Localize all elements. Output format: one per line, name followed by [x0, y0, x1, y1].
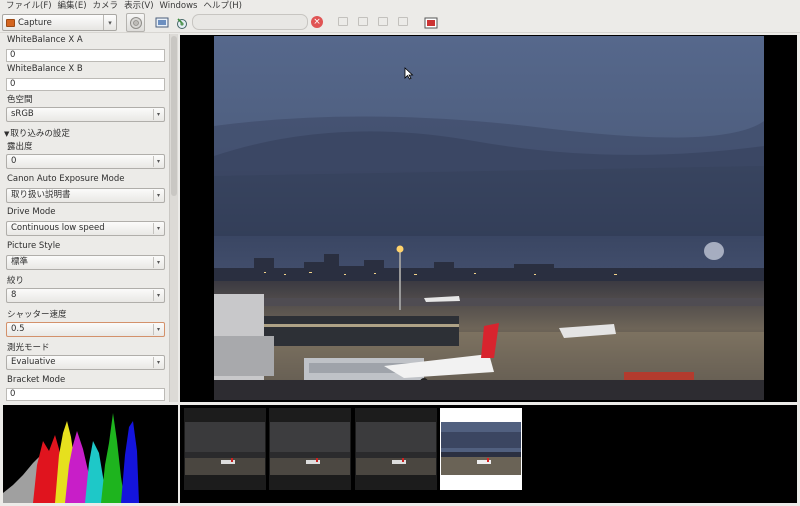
thumbnail-image	[185, 422, 265, 475]
chevron-down-icon: ▾	[153, 357, 163, 368]
thumbnail-image	[356, 422, 436, 475]
airport-dusk-photo	[214, 36, 764, 400]
wb-x-b-label: WhiteBalance X B	[7, 64, 83, 74]
capture-settings-section[interactable]: ▼取り込みの設定	[4, 127, 70, 139]
chevron-down-icon: ▾	[153, 190, 163, 201]
shutter-speed-label: シャッター速度	[7, 310, 67, 320]
camera-properties-panel: WhiteBalance X A 0 WhiteBalance X B 0 色空…	[0, 34, 178, 402]
exposure-select[interactable]: 0 ▾	[6, 154, 165, 169]
drive-mode-select[interactable]: Continuous low speed ▾	[6, 221, 165, 236]
shutter-speed-value: 0.5	[11, 324, 25, 334]
menu-file[interactable]: ファイル(F)	[3, 0, 55, 12]
mouse-pointer-icon	[404, 67, 414, 80]
capture-app-window: ファイル(F) 編集(E) カメラ 表示(V) Windows ヘルプ(H) C…	[0, 0, 800, 506]
preview-photo	[214, 36, 764, 400]
capture-mode-icon	[6, 18, 15, 27]
rgb-histogram	[3, 413, 139, 503]
shutter-icon	[129, 16, 142, 29]
chevron-down-icon: ▾	[153, 257, 163, 268]
import-photos-icon	[155, 17, 169, 28]
camera-connect-button[interactable]	[172, 13, 191, 32]
mode-select-label: Capture	[18, 17, 52, 28]
expander-triangle-icon: ▼	[4, 130, 10, 138]
ae-mode-value: 取り扱い説明書	[11, 190, 71, 200]
colorspace-value: sRGB	[11, 109, 34, 119]
exposure-label: 露出度	[7, 142, 33, 152]
filmstrip-thumbnail[interactable]	[184, 408, 266, 490]
thumbnail-image	[270, 422, 350, 475]
menu-camera[interactable]: カメラ	[90, 0, 122, 12]
wb-x-a-label: WhiteBalance X A	[7, 35, 83, 45]
chevron-down-icon: ▾	[153, 156, 163, 167]
picture-style-value: 標準	[11, 257, 29, 267]
thumbnail-image	[441, 422, 521, 475]
fullscreen-button[interactable]	[421, 13, 440, 32]
mode-select[interactable]: Capture ▾	[2, 14, 117, 31]
picture-style-select[interactable]: 標準 ▾	[6, 255, 165, 270]
chevron-down-icon: ▾	[153, 223, 163, 234]
bracket-mode-field[interactable]: 0	[6, 388, 165, 401]
chevron-down-icon: ▾	[153, 109, 163, 120]
save-icon[interactable]	[378, 17, 388, 26]
shutter-speed-select[interactable]: 0.5 ▾	[6, 322, 165, 337]
image-preview-area[interactable]	[180, 35, 797, 402]
export-icon[interactable]	[398, 17, 408, 26]
wb-x-a-field[interactable]: 0	[6, 49, 165, 62]
chevron-down-icon: ▾	[153, 324, 163, 335]
filmstrip-thumbnail-selected[interactable]	[440, 408, 522, 490]
filmstrip-thumbnail[interactable]	[269, 408, 351, 490]
import-button[interactable]	[153, 13, 172, 32]
camera-connect-icon	[176, 17, 187, 29]
drive-mode-label: Drive Mode	[7, 207, 56, 217]
capture-shutter-button[interactable]	[126, 13, 145, 32]
exposure-value: 0	[11, 156, 17, 166]
menu-help[interactable]: ヘルプ(H)	[200, 0, 245, 12]
metering-value: Evaluative	[11, 357, 56, 367]
histogram-panel	[3, 405, 178, 503]
chevron-down-icon: ▾	[103, 15, 116, 30]
aperture-select[interactable]: 8 ▾	[6, 288, 165, 303]
properties-scrollbar[interactable]	[169, 34, 178, 402]
scrollbar-thumb[interactable]	[171, 36, 177, 196]
menu-windows[interactable]: Windows	[157, 0, 201, 12]
toolbar: Capture ▾ ×	[0, 12, 800, 33]
filmstrip-thumbnail[interactable]	[355, 408, 437, 490]
metering-select[interactable]: Evaluative ▾	[6, 355, 165, 370]
metering-label: 測光モード	[7, 343, 50, 353]
search-input[interactable]	[192, 14, 308, 30]
bracket-mode-label: Bracket Mode	[7, 375, 66, 385]
fullscreen-icon	[424, 17, 437, 28]
aperture-value: 8	[11, 290, 17, 300]
capture-settings-title: 取り込みの設定	[10, 129, 70, 139]
picture-style-label: Picture Style	[7, 241, 61, 251]
ae-mode-select[interactable]: 取り扱い説明書 ▾	[6, 188, 165, 203]
wb-x-b-field[interactable]: 0	[6, 78, 165, 91]
colorspace-select[interactable]: sRGB ▾	[6, 107, 165, 122]
chevron-down-icon: ▾	[153, 290, 163, 301]
menu-edit[interactable]: 編集(E)	[55, 0, 90, 12]
menu-view[interactable]: 表示(V)	[121, 0, 156, 12]
clear-search-icon[interactable]: ×	[311, 16, 323, 28]
rotate-left-icon[interactable]	[338, 17, 348, 26]
aperture-label: 絞り	[7, 276, 25, 286]
rotate-right-icon[interactable]	[358, 17, 368, 26]
drive-mode-value: Continuous low speed	[11, 223, 105, 233]
menubar: ファイル(F) 編集(E) カメラ 表示(V) Windows ヘルプ(H)	[0, 0, 800, 12]
ae-mode-label: Canon Auto Exposure Mode	[7, 174, 125, 184]
colorspace-label: 色空間	[7, 95, 33, 105]
filmstrip	[180, 405, 797, 503]
